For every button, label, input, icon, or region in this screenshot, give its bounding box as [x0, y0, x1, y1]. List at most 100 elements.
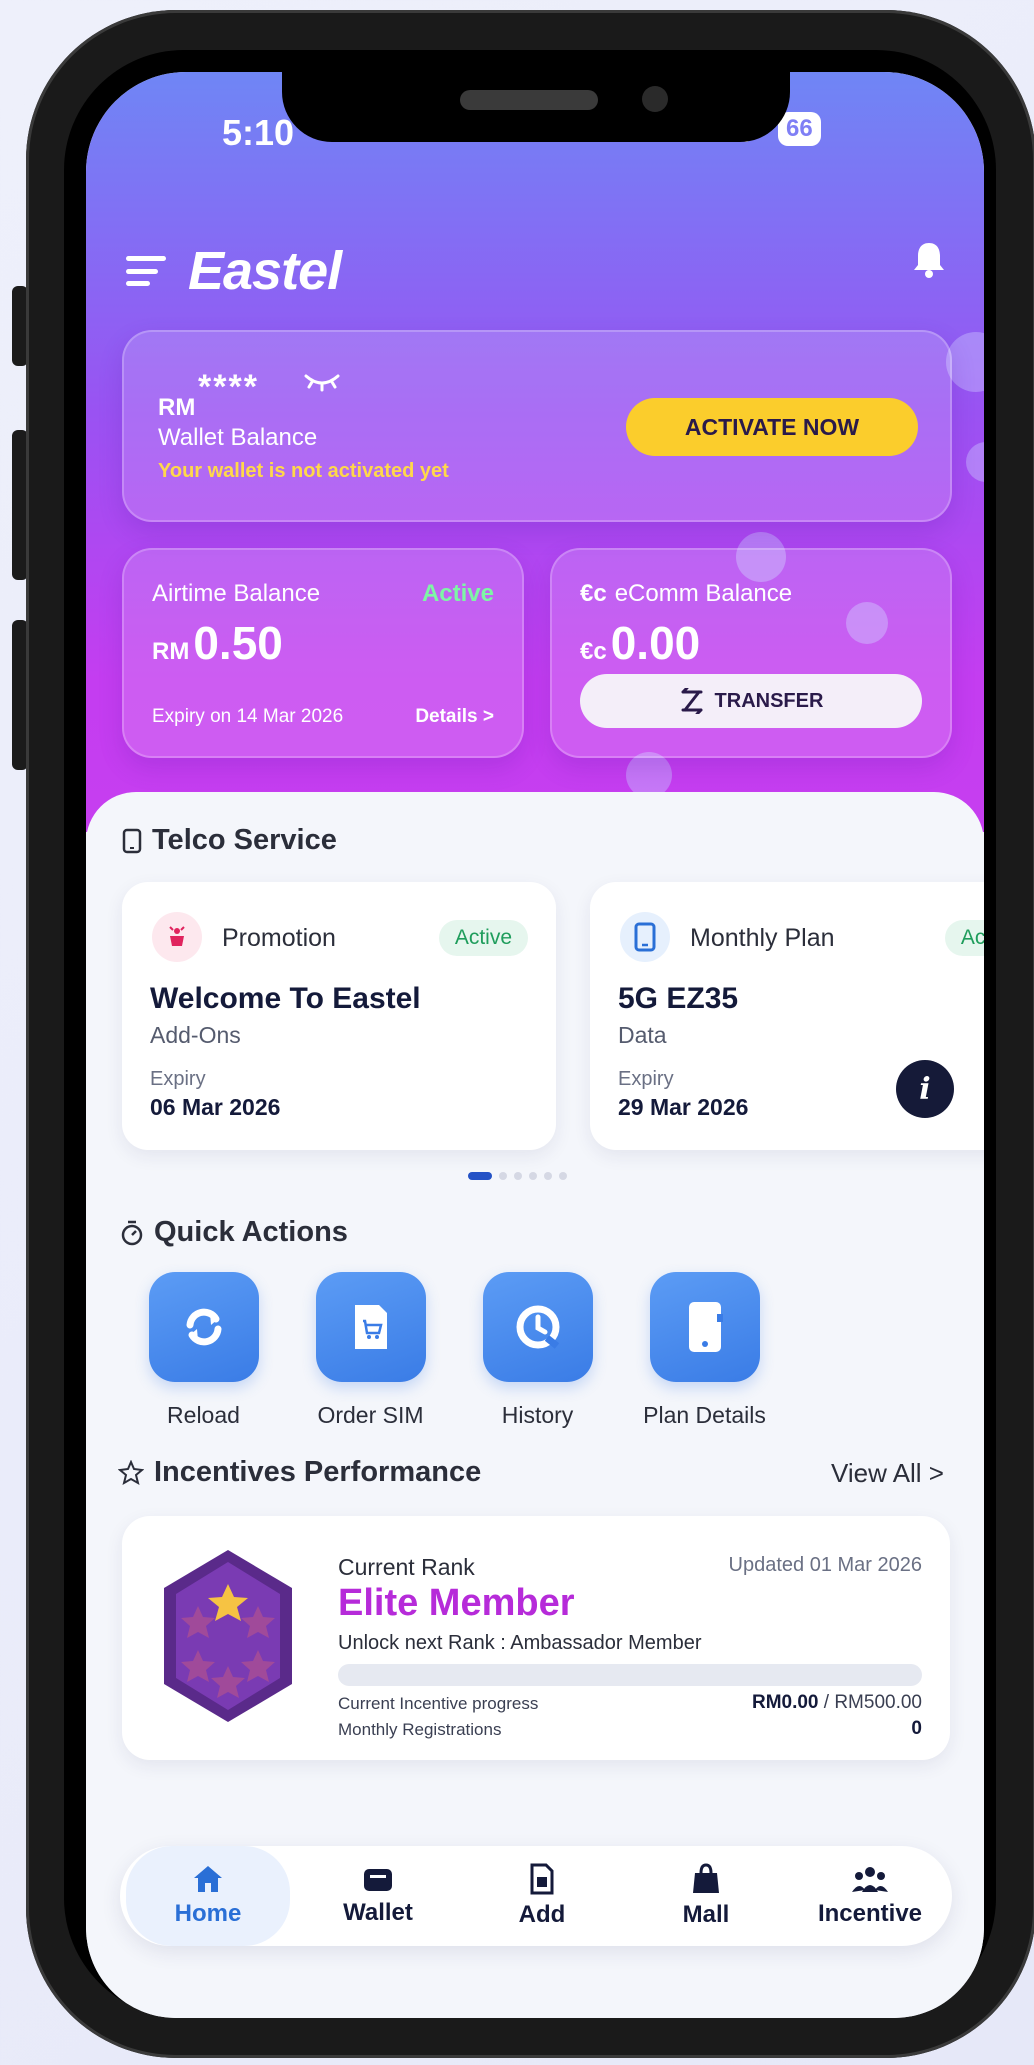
shopping-bag-icon — [693, 1863, 719, 1893]
quick-action-label: Plan Details — [643, 1402, 766, 1428]
reload-icon — [186, 1308, 221, 1346]
plan-details-tile[interactable] — [649, 1272, 760, 1382]
nav-mall[interactable]: Mall — [624, 1846, 788, 1946]
nav-home[interactable]: Home — [126, 1846, 290, 1946]
progress-label: Current Incentive progress — [338, 1694, 539, 1713]
monthly-plan-card[interactable]: Monthly Plan Active 5G EZ35 Data Expiry … — [590, 882, 984, 1150]
mobile-plan-icon — [620, 912, 670, 962]
eye-closed-icon[interactable] — [304, 372, 340, 392]
home-icon — [194, 1866, 222, 1892]
nav-label: Wallet — [343, 1899, 413, 1926]
plan-type: Monthly Plan — [690, 924, 835, 952]
info-button[interactable]: i — [896, 1060, 954, 1118]
nav-label: Home — [174, 1900, 242, 1927]
incentives-title: Incentives Performance — [154, 1456, 482, 1488]
decor-bubble — [966, 442, 984, 482]
notch — [282, 72, 790, 142]
carousel-dot[interactable] — [544, 1172, 552, 1180]
brand-logo: Eastel — [188, 241, 342, 301]
airtime-expiry: Expiry on 14 Mar 2026 — [152, 706, 344, 727]
wallet-currency: RM — [158, 394, 196, 421]
plan-name: 5G EZ35 — [618, 982, 739, 1015]
history-icon — [516, 1305, 559, 1349]
team-icon — [852, 1867, 888, 1892]
camera — [642, 86, 668, 112]
status-badge: Active — [944, 920, 984, 956]
ecomm-amount: €c 0.00 — [580, 616, 700, 670]
incentives-heading: Incentives Performance — [118, 1456, 481, 1489]
nav-label: Mall — [682, 1901, 730, 1928]
quick-action-reload[interactable]: Reload — [120, 1272, 287, 1429]
quick-action-history[interactable]: History — [454, 1272, 621, 1429]
plan-type: Promotion — [222, 924, 336, 952]
history-tile[interactable] — [482, 1272, 593, 1382]
wallet-icon — [364, 1869, 392, 1891]
telco-service-heading: Telco Service — [122, 824, 337, 857]
progress-target: / RM500.00 — [818, 1692, 922, 1713]
nav-label: Add — [518, 1901, 566, 1928]
activate-now-button[interactable]: ACTIVATE NOW — [626, 398, 918, 456]
ecomm-currency: €c — [580, 638, 607, 665]
airtime-value: 0.50 — [193, 617, 283, 669]
carousel-dot[interactable] — [514, 1172, 522, 1180]
next-rank-text: Unlock next Rank : Ambassador Member — [338, 1632, 702, 1654]
bottom-navigation: Home Wallet Add Mall Incentive — [120, 1846, 952, 1946]
carousel-dot[interactable] — [529, 1172, 537, 1180]
quick-action-plan-details[interactable]: Plan Details — [621, 1272, 788, 1429]
stopwatch-icon — [121, 1220, 143, 1245]
airtime-status: Active — [421, 580, 494, 607]
quick-actions-title: Quick Actions — [154, 1216, 348, 1248]
transfer-icon — [681, 688, 703, 714]
promotion-plan-card[interactable]: Promotion Active Welcome To Eastel Add-O… — [122, 882, 556, 1150]
airtime-details-link[interactable]: Details > — [415, 706, 494, 728]
carousel-dot[interactable] — [499, 1172, 507, 1180]
airtime-amount: RM 0.50 — [152, 616, 283, 670]
order-sim-tile[interactable] — [315, 1272, 426, 1382]
airtime-balance-card: Airtime Balance Active RM 0.50 Expiry on… — [122, 548, 524, 758]
quick-action-order-sim[interactable]: Order SIM — [287, 1272, 454, 1429]
battery-indicator: 66 — [778, 112, 821, 146]
quick-actions-heading: Quick Actions — [120, 1216, 348, 1249]
nav-incentive[interactable]: Incentive — [788, 1846, 952, 1946]
wallet-card: **** RM Wallet Balance Your wallet is no… — [122, 330, 952, 522]
expiry-label: Expiry — [618, 1068, 674, 1090]
notification-bell-icon[interactable] — [912, 240, 946, 278]
status-badge: Active — [438, 920, 528, 956]
ecomm-currency-icon: €c — [580, 580, 607, 607]
airtime-currency: RM — [152, 638, 190, 665]
transfer-button[interactable]: TRANSFER — [580, 674, 922, 728]
reload-tile[interactable] — [148, 1272, 259, 1382]
nav-wallet[interactable]: Wallet — [296, 1846, 460, 1946]
ecomm-value: 0.00 — [610, 617, 701, 669]
speaker — [460, 90, 598, 110]
masked-balance: **** — [198, 368, 259, 406]
telco-service-title: Telco Service — [152, 824, 337, 856]
ecomm-balance-card: €c eComm Balance €c 0.00 TRANSFER — [550, 548, 952, 758]
carousel-dot[interactable] — [559, 1172, 567, 1180]
rank-updated-date: Updated 01 Mar 2026 — [728, 1554, 922, 1576]
plan-subtype: Data — [618, 1022, 667, 1048]
rank-name: Elite Member — [338, 1582, 575, 1624]
progress-current: RM0.00 — [751, 1692, 819, 1713]
quick-actions-row: Reload Order SIM History Plan Details — [120, 1272, 788, 1429]
expiry-date: 06 Mar 2026 — [150, 1094, 281, 1120]
registrations-value: 0 — [911, 1718, 922, 1739]
ecomm-label: eComm Balance — [614, 580, 793, 607]
carousel-indicator — [468, 1172, 567, 1180]
add-sim-icon — [530, 1863, 554, 1895]
promotion-icon — [152, 912, 202, 962]
view-all-link[interactable]: View All > — [831, 1458, 944, 1489]
airtime-label: Airtime Balance — [152, 580, 321, 607]
plan-subtype: Add-Ons — [150, 1022, 241, 1048]
nav-add[interactable]: Add — [460, 1846, 624, 1946]
nav-label: Incentive — [817, 1900, 923, 1927]
wallet-warning: Your wallet is not activated yet — [158, 460, 449, 482]
menu-icon[interactable] — [126, 256, 166, 286]
rank-card[interactable]: Current Rank Updated 01 Mar 2026 Elite M… — [122, 1516, 950, 1760]
sim-cart-icon — [354, 1305, 387, 1349]
status-time: 5:10 — [222, 112, 295, 153]
quick-action-label: Order SIM — [317, 1402, 424, 1428]
expiry-label: Expiry — [150, 1068, 206, 1090]
phone-icon — [122, 828, 142, 853]
carousel-dot[interactable] — [468, 1172, 492, 1180]
